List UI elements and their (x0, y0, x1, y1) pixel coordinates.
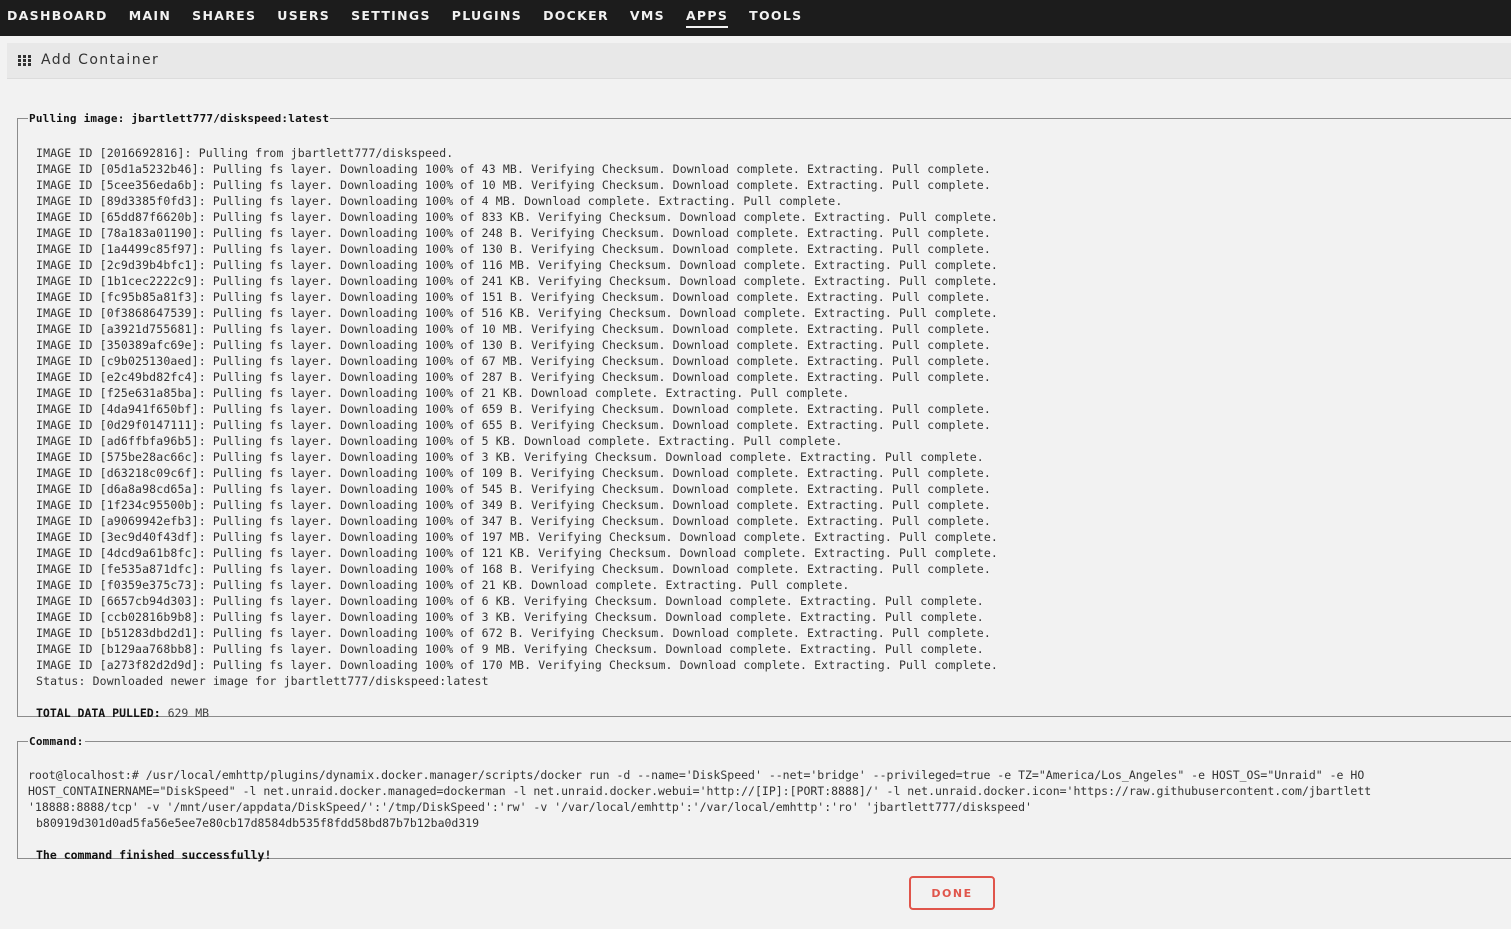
log-line: IMAGE ID [d6a8a98cd65a]: Pulling fs laye… (36, 482, 991, 496)
pull-log: IMAGE ID [2016692816]: Pulling from jbar… (36, 145, 998, 689)
log-line: IMAGE ID [0f3868647539]: Pulling fs laye… (36, 306, 999, 320)
nav-item-dashboard[interactable]: DASHBOARD (7, 0, 108, 28)
nav-item-apps[interactable]: APPS (685, 0, 729, 28)
log-line: IMAGE ID [a9069942efb3]: Pulling fs laye… (36, 514, 991, 528)
log-line: IMAGE ID [0d29f0147111]: Pulling fs laye… (36, 418, 991, 432)
log-line: IMAGE ID [d63218c09c6f]: Pulling fs laye… (36, 466, 991, 480)
command-legend: Command: (29, 735, 84, 748)
log-line: IMAGE ID [1f234c95500b]: Pulling fs laye… (36, 498, 991, 512)
log-line: IMAGE ID [4dcd9a61b8fc]: Pulling fs laye… (36, 546, 999, 560)
top-nav: DASHBOARD MAIN SHARES USERS SETTINGS PLUGINS D… (0, 0, 1511, 36)
log-line: IMAGE ID [c9b025130aed]: Pulling fs laye… (36, 354, 991, 368)
total-value: 629 MB (167, 706, 210, 720)
page-title-bar: Add Container (7, 43, 1511, 79)
nav-item-settings[interactable]: SETTINGS (351, 0, 431, 28)
page-title: Add Container (41, 52, 160, 68)
nav-item-users[interactable]: USERS (277, 0, 330, 28)
grid-icon (18, 55, 31, 66)
nav-item-plugins[interactable]: PLUGINS (452, 0, 522, 28)
total-label: TOTAL DATA PULLED: (36, 706, 161, 720)
command-line: '18888:8888/tcp' -v '/mnt/user/appdata/D… (28, 800, 1032, 814)
log-line: IMAGE ID [e2c49bd82fc4]: Pulling fs laye… (36, 370, 991, 384)
log-line: IMAGE ID [a273f82d2d9d]: Pulling fs laye… (36, 658, 999, 672)
log-line: IMAGE ID [f0359e375c73]: Pulling fs laye… (36, 578, 850, 592)
log-line: IMAGE ID [3ec9d40f43df]: Pulling fs laye… (36, 530, 999, 544)
log-line: IMAGE ID [78a183a01190]: Pulling fs laye… (36, 226, 991, 240)
nav-item-shares[interactable]: SHARES (192, 0, 256, 28)
pull-output-panel: Pulling image: jbartlett777/diskspeed:la… (17, 112, 1511, 720)
log-line: IMAGE ID [1a4499c85f97]: Pulling fs laye… (36, 242, 991, 256)
log-line: IMAGE ID [b51283dbd2d1]: Pulling fs laye… (36, 626, 991, 640)
log-line: IMAGE ID [4da941f650bf]: Pulling fs laye… (36, 402, 991, 416)
log-line: IMAGE ID [2016692816]: Pulling from jbar… (36, 146, 454, 160)
log-line: IMAGE ID [1b1cec2222c9]: Pulling fs laye… (36, 274, 999, 288)
done-button[interactable]: DONE (909, 876, 995, 910)
log-line: IMAGE ID [350389afc69e]: Pulling fs laye… (36, 338, 991, 352)
nav-item-docker[interactable]: DOCKER (543, 0, 609, 28)
log-line: IMAGE ID [ad6ffbfa96b5]: Pulling fs laye… (36, 434, 843, 448)
command-panel: Command: root@localhost:# /usr/local/emh… (17, 735, 1511, 862)
log-line: IMAGE ID [65dd87f6620b]: Pulling fs laye… (36, 210, 999, 224)
log-line: IMAGE ID [89d3385f0fd3]: Pulling fs laye… (36, 194, 843, 208)
nav-item-tools[interactable]: TOOLS (749, 0, 802, 28)
log-line: IMAGE ID [575be28ac66c]: Pulling fs laye… (36, 450, 984, 464)
log-line: IMAGE ID [fe535a871dfc]: Pulling fs laye… (36, 562, 991, 576)
command-text: root@localhost:# /usr/local/emhttp/plugi… (28, 767, 1508, 815)
log-line: IMAGE ID [05d1a5232b46]: Pulling fs laye… (36, 162, 991, 176)
log-line: IMAGE ID [b129aa768bb8]: Pulling fs laye… (36, 642, 984, 656)
nav-item-vms[interactable]: VMS (630, 0, 665, 28)
total-data-pulled: TOTAL DATA PULLED: 629 MB (36, 705, 209, 721)
log-line: IMAGE ID [fc95b85a81f3]: Pulling fs laye… (36, 290, 991, 304)
log-line: Status: Downloaded newer image for jbart… (36, 674, 489, 688)
log-line: IMAGE ID [a3921d755681]: Pulling fs laye… (36, 322, 991, 336)
command-line: HOST_CONTAINERNAME="DiskSpeed" -l net.un… (28, 784, 1372, 798)
log-line: IMAGE ID [2c9d39b4bfc1]: Pulling fs laye… (36, 258, 999, 272)
container-id: b80919d301d0ad5fa56e5ee7e80cb17d8584db53… (36, 816, 480, 830)
log-line: IMAGE ID [ccb02816b9b8]: Pulling fs laye… (36, 610, 984, 624)
command-line: root@localhost:# /usr/local/emhttp/plugi… (28, 768, 1365, 782)
log-line: IMAGE ID [6657cb94d303]: Pulling fs laye… (36, 594, 984, 608)
nav-item-main[interactable]: MAIN (129, 0, 171, 28)
command-success-message: The command finished successfully! (36, 848, 272, 862)
pull-legend: Pulling image: jbartlett777/diskspeed:la… (29, 112, 330, 125)
log-line: IMAGE ID [5cee356eda6b]: Pulling fs laye… (36, 178, 991, 192)
log-line: IMAGE ID [f25e631a85ba]: Pulling fs laye… (36, 386, 850, 400)
